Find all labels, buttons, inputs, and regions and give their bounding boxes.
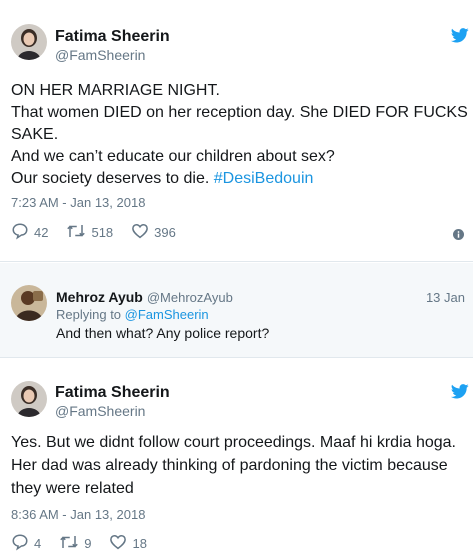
- author-name[interactable]: Fatima Sheerin: [55, 27, 170, 46]
- tweet-text-line: Her dad was already thinking of pardonin…: [11, 457, 448, 474]
- reply-text: And then what? Any police report?: [56, 325, 270, 341]
- reply-date[interactable]: 13 Jan: [426, 290, 465, 305]
- replying-prefix: Replying to: [56, 307, 125, 322]
- like-count: 396: [154, 225, 176, 240]
- reply-count: 4: [34, 536, 42, 551]
- tweet-text-line: Our society deserves to die. #DesiBedoui…: [11, 168, 467, 190]
- heart-icon[interactable]: [131, 222, 154, 243]
- replying-to: Replying to @FamSheerin: [56, 307, 209, 322]
- like-count: 18: [132, 536, 147, 551]
- tweet-text-segment: Our society deserves to die.: [11, 170, 214, 187]
- author-name[interactable]: Fatima Sheerin: [55, 383, 170, 402]
- heart-icon[interactable]: [109, 533, 132, 554]
- retweet-icon[interactable]: [66, 222, 91, 243]
- tweet-timestamp[interactable]: 7:23 AM - Jan 13, 2018: [11, 195, 145, 210]
- tweet-text: ON HER MARRIAGE NIGHT. That women DIED o…: [11, 80, 468, 190]
- tweet-author[interactable]: Fatima Sheerin @FamSheerin: [55, 383, 170, 420]
- reply-action[interactable]: 4: [11, 533, 41, 554]
- retweet-count: 518: [91, 225, 114, 240]
- tweet-text: Yes. But we didnt follow court proceedin…: [11, 431, 467, 500]
- tweet-timestamp[interactable]: 8:36 AM - Jan 13, 2018: [11, 507, 145, 522]
- twitter-bird-icon[interactable]: [450, 384, 469, 404]
- avatar[interactable]: [11, 285, 47, 321]
- author-name[interactable]: Mehroz Ayub: [56, 289, 143, 305]
- tweet-text-line: ON HER MARRIAGE NIGHT.: [11, 82, 220, 99]
- tweet-text-line: That women DIED on her reception day. Sh…: [11, 104, 468, 121]
- avatar[interactable]: [11, 381, 47, 417]
- tweet-text-line: SAKE.: [11, 126, 59, 143]
- avatar[interactable]: [11, 24, 47, 60]
- hashtag-link[interactable]: #DesiBedouin: [214, 170, 314, 187]
- retweet-count: 9: [84, 536, 92, 551]
- reply-count: 42: [34, 225, 49, 240]
- reply-icon[interactable]: [11, 533, 34, 554]
- tweet-text-line: Yes. But we didnt follow court proceedin…: [11, 434, 456, 451]
- retweet-action[interactable]: 9: [59, 533, 91, 554]
- reply-author[interactable]: Mehroz Ayub @MehrozAyub: [56, 289, 233, 307]
- info-icon[interactable]: [453, 227, 464, 245]
- tweet-actions: 4 9 18: [11, 533, 165, 554]
- reply-action[interactable]: 42: [11, 222, 48, 243]
- tweet-author[interactable]: Fatima Sheerin @FamSheerin: [55, 27, 170, 64]
- replying-to-link[interactable]: @FamSheerin: [125, 307, 209, 322]
- twitter-bird-icon[interactable]: [450, 28, 469, 48]
- like-action[interactable]: 18: [109, 533, 147, 554]
- retweet-icon[interactable]: [59, 533, 84, 554]
- retweet-action[interactable]: 518: [66, 222, 113, 243]
- tweet-text-line: they were related: [11, 480, 134, 497]
- like-action[interactable]: 396: [131, 222, 176, 243]
- reply-icon[interactable]: [11, 222, 34, 243]
- tweet-actions: 42 518 396: [11, 222, 194, 243]
- author-handle[interactable]: @FamSheerin: [55, 46, 170, 64]
- author-handle[interactable]: @MehrozAyub: [147, 290, 233, 305]
- tweet-text-line: And we can’t educate our children about …: [11, 148, 335, 165]
- author-handle[interactable]: @FamSheerin: [55, 402, 170, 420]
